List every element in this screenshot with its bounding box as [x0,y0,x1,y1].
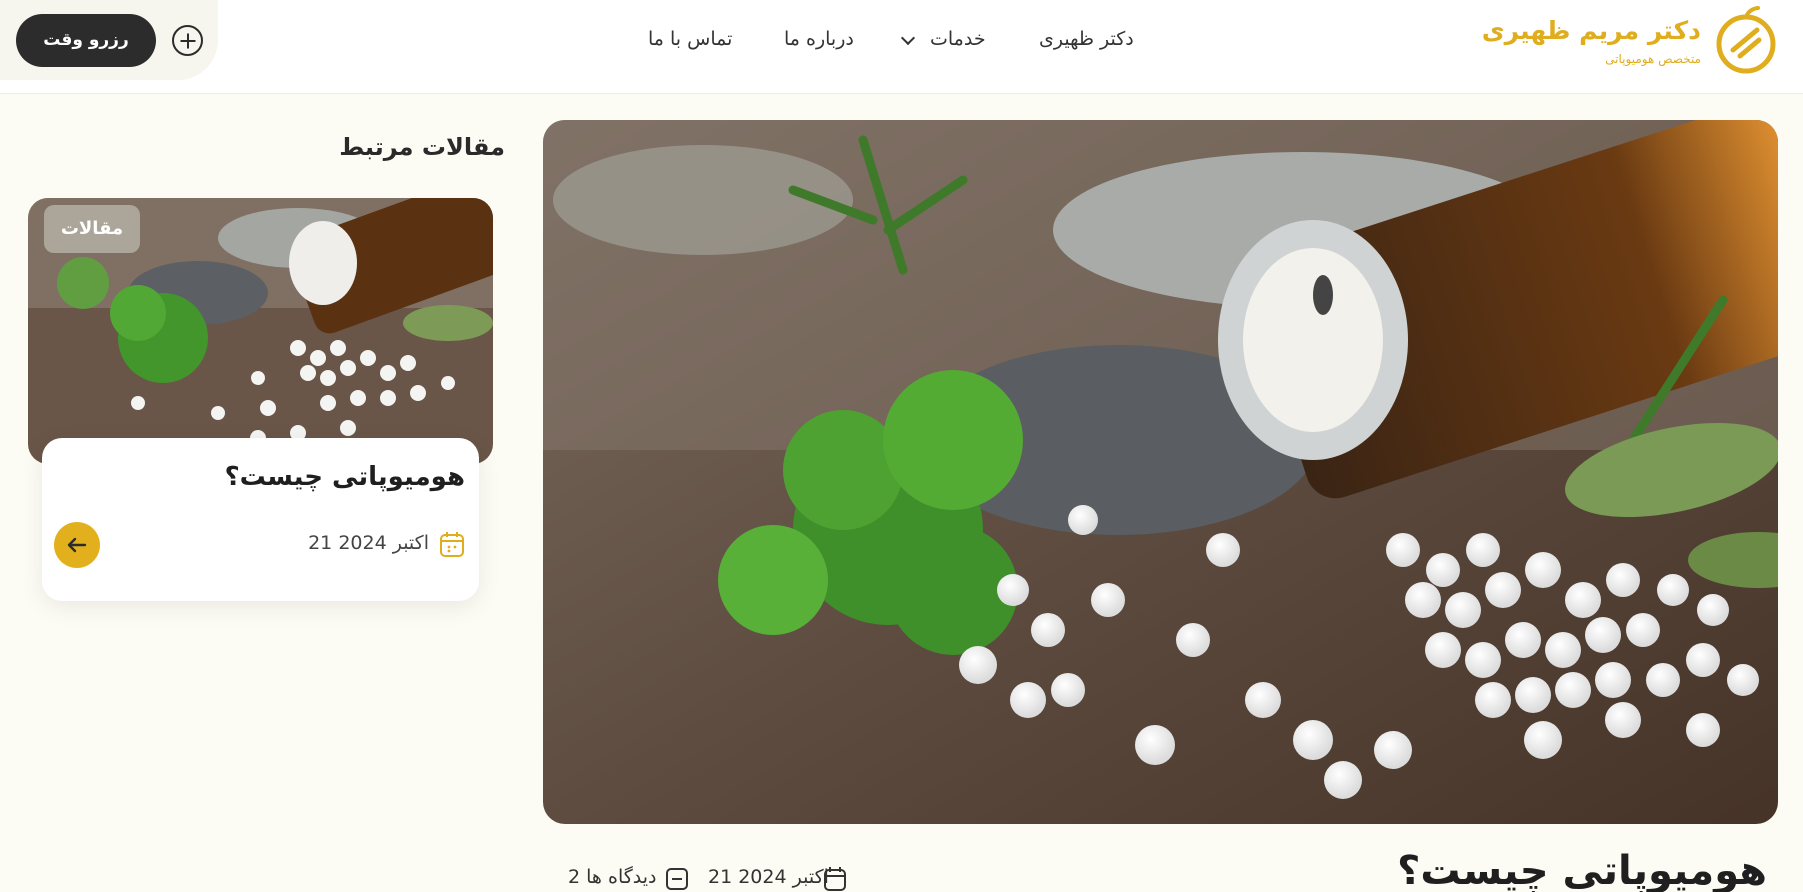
book-appointment-button[interactable]: رزرو وقت [16,14,156,67]
calendar-icon [440,532,464,557]
logo-name: دکتر مریم ظهیری [1481,16,1701,45]
related-card-date: 21 اکتبر 2024 [308,532,429,554]
comment-icon [666,868,688,890]
related-articles-title: مقالات مرتبط [339,133,505,161]
category-badge[interactable]: مقالات [44,205,140,253]
post-title: هومیوپاتی چیست؟ [1397,848,1767,892]
logo-icon [1716,6,1776,74]
nav-item-contact[interactable]: تماس با ما [648,24,732,54]
arrow-left-icon [67,537,87,553]
site-logo[interactable]: دکتر مریم ظهیری متخصص هومیوپاتی [1482,6,1779,74]
related-card-image[interactable]: مقالات [28,198,493,464]
nav-item-doctor[interactable]: دکتر ظهیری [1039,24,1134,54]
header-actions: رزرو وقت [0,0,218,80]
post-hero-image [543,120,1778,824]
comments-count[interactable]: 2 دیدگاه ها [568,866,657,888]
nav-item-about[interactable]: درباره ما [784,24,854,54]
plus-circle-icon[interactable] [172,25,203,56]
related-card-title[interactable]: هومیوپاتی چیست؟ [225,462,465,492]
chevron-down-icon[interactable] [900,30,916,46]
related-card[interactable]: هومیوپاتی چیست؟ 21 اکتبر 2024 [42,438,479,601]
nav-item-services[interactable]: خدمات [930,24,986,54]
homeopathy-photo [543,120,1778,824]
post-date: 21 اکتبر 2024 [708,866,829,888]
site-header: رزرو وقت دکتر ظهیری خدمات درباره ما تماس… [0,0,1803,94]
read-more-button[interactable] [54,522,100,568]
logo-subtitle: متخصص هومیوپاتی [1605,52,1701,66]
